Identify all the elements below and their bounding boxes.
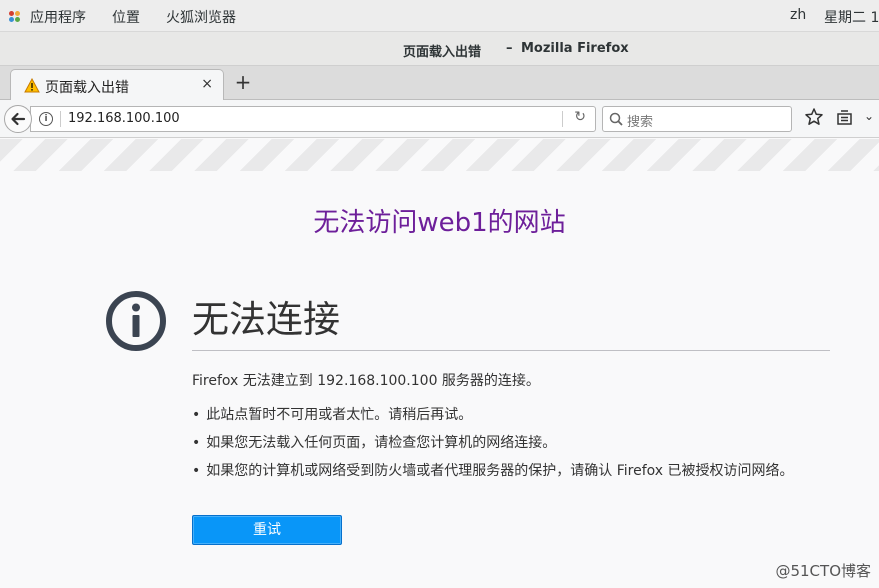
tab-strip: 页面载入出错 × + [0, 66, 879, 101]
back-arrow-icon [11, 112, 26, 126]
bookmark-star-icon[interactable] [804, 107, 824, 127]
error-page-banner-stripes [0, 139, 879, 171]
overflow-menu-icon[interactable]: ⌄ [864, 109, 874, 123]
list-item: 如果您无法载入任何页面，请检查您计算机的网络连接。 [192, 432, 794, 460]
library-icon[interactable] [835, 108, 855, 128]
search-icon [609, 112, 623, 126]
info-icon [106, 291, 166, 351]
site-info-icon[interactable]: i [39, 112, 53, 126]
window-title: 页面载入出错 [403, 45, 482, 60]
search-input[interactable]: 搜索 [602, 106, 792, 132]
search-placeholder: 搜索 [627, 115, 654, 130]
tab-error-page[interactable]: 页面载入出错 × [10, 69, 224, 101]
new-tab-button[interactable]: + [232, 71, 254, 93]
reload-icon[interactable]: ↻ [574, 109, 586, 125]
page-heading: 无法访问web1的网站 [313, 208, 566, 238]
error-description: Firefox 无法建立到 192.168.100.100 服务器的连接。 [192, 373, 540, 389]
retry-button[interactable]: 重试 [192, 515, 342, 545]
title-separator: – [506, 41, 513, 56]
applications-menu[interactable]: 应用程序 [30, 7, 86, 27]
watermark: @51CTO博客 [775, 562, 871, 580]
warning-icon [24, 78, 40, 93]
firefox-app-menu[interactable]: 火狐浏览器 [166, 7, 236, 27]
list-item: 如果您的计算机或网络受到防火墙或者代理服务器的保护，请确认 Firefox 已被… [192, 460, 793, 488]
close-tab-icon[interactable]: × [201, 76, 213, 92]
system-top-bar: 应用程序 位置 火狐浏览器 zh 星期二 1 [0, 0, 879, 32]
error-title: 无法连接 [192, 298, 340, 341]
window-app-name: Mozilla Firefox [521, 41, 629, 56]
applications-icon[interactable] [8, 10, 21, 23]
input-method-indicator[interactable]: zh [790, 7, 806, 23]
list-item: 此站点暂时不可用或者太忙。请稍后再试。 [192, 404, 794, 432]
suggestion-list: 此站点暂时不可用或者太忙。请稍后再试。 如果您无法载入任何页面，请检查您计算机的… [192, 404, 794, 488]
url-bar[interactable]: i 192.168.100.100 ↻ [30, 106, 596, 132]
reload-divider [562, 111, 563, 127]
window-title-bar: 页面载入出错 – Mozilla Firefox [0, 32, 879, 66]
url-text[interactable]: 192.168.100.100 [68, 111, 180, 126]
tab-label: 页面载入出错 [45, 80, 129, 96]
title-divider [192, 350, 830, 351]
url-bar-divider [60, 111, 61, 127]
back-button[interactable] [4, 105, 32, 133]
navigation-toolbar: i 192.168.100.100 ↻ 搜索 ⌄ [0, 100, 879, 138]
places-menu[interactable]: 位置 [112, 7, 140, 27]
clock[interactable]: 星期二 1 [824, 7, 879, 27]
